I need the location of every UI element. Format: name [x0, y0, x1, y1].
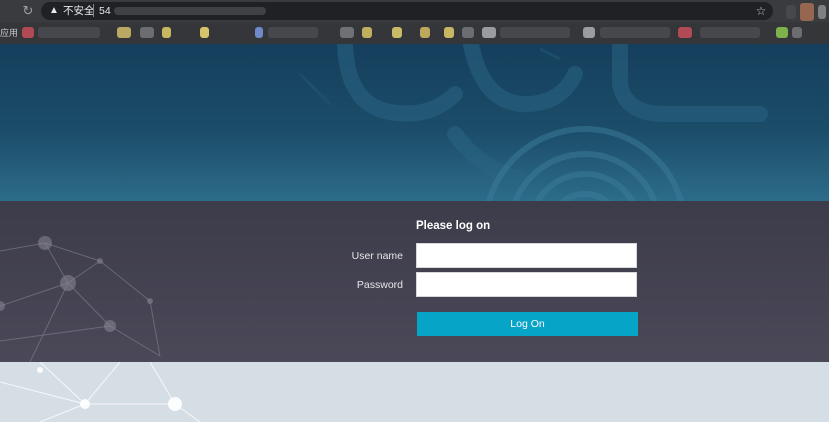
- reload-icon[interactable]: ↻: [20, 3, 36, 19]
- security-status-label[interactable]: 不安全: [63, 4, 95, 18]
- username-field[interactable]: [416, 243, 637, 268]
- decorative-pattern: [298, 44, 768, 201]
- username-label: User name: [351, 250, 403, 262]
- bookmark-item[interactable]: [678, 27, 692, 38]
- extension-icon[interactable]: [818, 5, 826, 19]
- bookmark-item[interactable]: [200, 27, 209, 38]
- login-title: Please log on: [416, 220, 491, 232]
- bookmarks-bar: 应用: [0, 22, 829, 44]
- bookmark-item[interactable]: [700, 27, 760, 38]
- bookmark-item[interactable]: [340, 27, 354, 38]
- footer-area: [0, 362, 829, 422]
- bookmark-star-icon[interactable]: ☆: [754, 3, 768, 19]
- password-label: Password: [356, 279, 403, 291]
- warning-triangle-icon: ▲: [49, 5, 59, 16]
- address-separator: [93, 4, 94, 17]
- browser-toolbar: ↻ ▲ 不安全 54 ☆: [0, 0, 829, 22]
- bookmark-item[interactable]: [444, 27, 454, 38]
- login-panel: Please log on: [0, 201, 829, 362]
- url-redaction: [114, 7, 266, 15]
- bookmark-item[interactable]: [392, 27, 402, 38]
- bookmark-item[interactable]: [583, 27, 595, 38]
- url-text[interactable]: 54: [99, 4, 111, 18]
- page: ↻ ▲ 不安全 54 ☆ 应用 Please log on User name …: [0, 0, 829, 422]
- bookmark-item[interactable]: [268, 27, 318, 38]
- extension-icon[interactable]: [786, 5, 796, 19]
- bookmark-item[interactable]: [255, 27, 263, 38]
- apps-bookmark-label[interactable]: 应用: [0, 26, 18, 40]
- bookmark-item[interactable]: [462, 27, 474, 38]
- bookmark-item[interactable]: [776, 27, 788, 38]
- bookmark-item[interactable]: [420, 27, 430, 38]
- extension-icon[interactable]: [800, 3, 814, 21]
- bookmark-item[interactable]: [600, 27, 670, 38]
- bookmark-item[interactable]: [117, 27, 131, 38]
- bookmark-item[interactable]: [792, 27, 802, 38]
- bookmark-item[interactable]: [38, 27, 100, 38]
- bookmark-item[interactable]: [162, 27, 171, 38]
- logon-button[interactable]: Log On: [417, 312, 638, 336]
- bookmark-item[interactable]: [482, 27, 496, 38]
- bookmark-item[interactable]: [22, 27, 34, 38]
- network-pattern: [0, 236, 161, 362]
- header-banner: [0, 44, 829, 201]
- bookmark-item[interactable]: [362, 27, 372, 38]
- bookmark-item[interactable]: [500, 27, 570, 38]
- bookmark-item[interactable]: [140, 27, 154, 38]
- password-field[interactable]: [416, 272, 637, 297]
- address-bar[interactable]: ▲ 不安全 54 ☆: [41, 2, 773, 20]
- network-pattern-light: [0, 362, 201, 422]
